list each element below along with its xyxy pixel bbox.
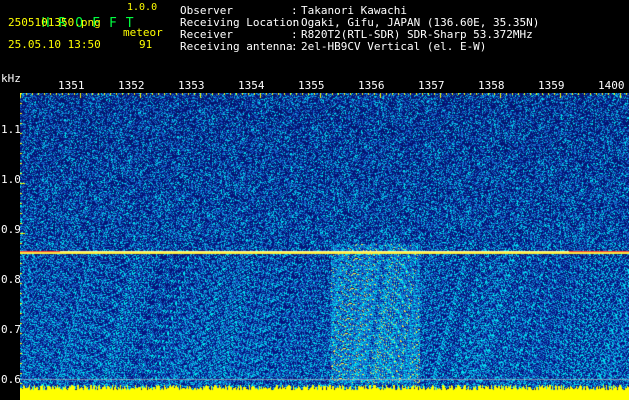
x-tick-label: 1353 — [178, 79, 205, 92]
version-label: 1.0.0 — [127, 2, 158, 13]
y-tick-label: 0.8 — [1, 273, 21, 286]
x-tick-label: 1359 — [538, 79, 565, 92]
x-tick-label: 1358 — [478, 79, 505, 92]
spectrogram-waterfall — [20, 93, 629, 400]
y-tick-label: 1.0 — [1, 173, 21, 186]
y-tick-label: 1.1 — [1, 123, 21, 136]
info-value-antenna: 2el-HB9CV Vertical (el. E-W) — [301, 40, 487, 53]
filename-label: 2505101350.png — [8, 16, 101, 29]
info-label-antenna: Receiving antenna — [180, 40, 293, 53]
x-tick-label: 1351 — [58, 79, 85, 92]
datetime-label: 25.05.10 13:50 — [8, 38, 101, 51]
meteor-count: 91 — [139, 38, 153, 51]
x-tick-label: 1355 — [298, 79, 325, 92]
y-unit-label: kHz — [1, 72, 21, 85]
y-tick-label: 0.6 — [1, 373, 21, 386]
y-tick-label: 0.9 — [1, 223, 21, 236]
x-tick-label: 1352 — [118, 79, 145, 92]
y-tick-label: 0.7 — [1, 323, 21, 336]
x-tick-label: 1356 — [358, 79, 385, 92]
x-tick-label: 1354 — [238, 79, 265, 92]
x-tick-label: 1357 — [418, 79, 445, 92]
info-colon: : — [291, 40, 298, 53]
x-tick-label: 1400 — [598, 79, 625, 92]
